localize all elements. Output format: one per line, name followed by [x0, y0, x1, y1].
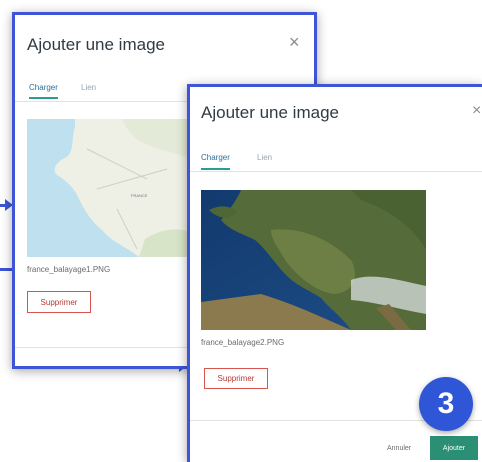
- file-name: france_balayage2.PNG: [201, 338, 285, 347]
- file-name: france_balayage1.PNG: [27, 265, 111, 274]
- tab-upload[interactable]: Charger: [29, 83, 58, 99]
- map-country-label: FRANCE: [131, 193, 148, 198]
- step-number-badge: 3: [419, 377, 473, 431]
- tab-link[interactable]: Lien: [81, 83, 96, 92]
- satellite-preview-image: [201, 190, 426, 330]
- tab-link[interactable]: Lien: [257, 153, 272, 162]
- tab-bar: Charger Lien: [190, 151, 482, 172]
- cancel-button[interactable]: Annuler: [387, 445, 411, 452]
- remove-button[interactable]: Supprimer: [204, 368, 268, 389]
- add-button[interactable]: Ajouter: [430, 436, 478, 460]
- close-icon[interactable]: ×: [472, 103, 481, 119]
- map-preview-image: FRANCE: [27, 119, 197, 257]
- remove-button[interactable]: Supprimer: [27, 291, 91, 313]
- tab-upload[interactable]: Charger: [201, 153, 230, 170]
- close-icon[interactable]: ×: [289, 33, 300, 51]
- dialog-title: Ajouter une image: [27, 35, 165, 54]
- dialog-title: Ajouter une image: [201, 103, 339, 122]
